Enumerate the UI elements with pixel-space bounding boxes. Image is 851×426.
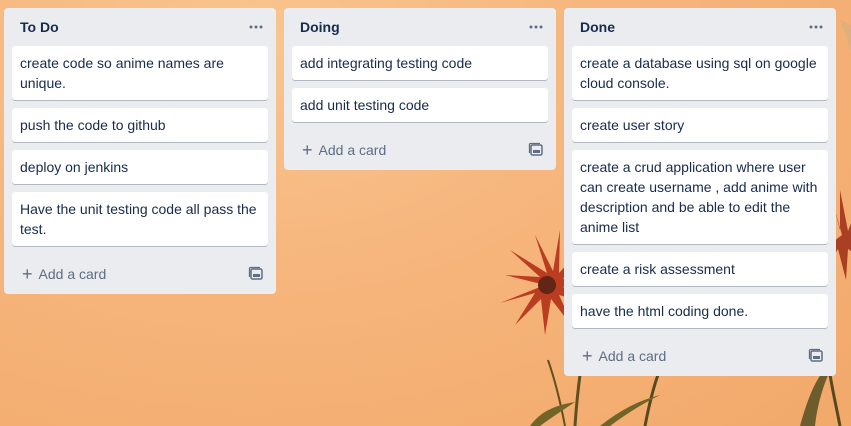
plus-icon: + (582, 346, 593, 366)
card[interactable]: add integrating testing code (292, 46, 548, 80)
card[interactable]: push the code to github (12, 108, 268, 142)
card[interactable]: have the html coding done. (572, 294, 828, 328)
list-header: Done (564, 8, 836, 46)
ellipsis-icon[interactable] (806, 17, 826, 37)
card-template-icon[interactable] (808, 348, 824, 364)
card[interactable]: create a risk assessment (572, 252, 828, 286)
list-header: Doing (284, 8, 556, 46)
add-card-label: Add a card (318, 142, 387, 158)
list-title[interactable]: To Do (20, 19, 59, 35)
add-card-button[interactable]: + Add a card (22, 265, 106, 283)
ellipsis-icon[interactable] (526, 17, 546, 37)
list-title[interactable]: Done (580, 19, 615, 35)
plus-icon: + (22, 264, 33, 284)
card-template-icon[interactable] (528, 142, 544, 158)
card[interactable]: add unit testing code (292, 88, 548, 122)
card-list: create code so anime names are unique. p… (4, 46, 276, 246)
card-list: create a database using sql on google cl… (564, 46, 836, 328)
list-header: To Do (4, 8, 276, 46)
add-card-button[interactable]: + Add a card (582, 347, 666, 365)
card[interactable]: create a crud application where user can… (572, 150, 828, 244)
ellipsis-icon[interactable] (246, 17, 266, 37)
list-footer: + Add a card (284, 130, 556, 170)
list-to-do: To Do create code so anime names are uni… (4, 8, 276, 294)
plus-icon: + (302, 140, 313, 160)
add-card-label: Add a card (598, 348, 667, 364)
list-doing: Doing add integrating testing code add u… (284, 8, 556, 170)
card[interactable]: create a database using sql on google cl… (572, 46, 828, 100)
add-card-label: Add a card (38, 266, 107, 282)
add-card-button[interactable]: + Add a card (302, 141, 386, 159)
card[interactable]: create code so anime names are unique. (12, 46, 268, 100)
card[interactable]: deploy on jenkins (12, 150, 268, 184)
card-template-icon[interactable] (248, 266, 264, 282)
card-list: add integrating testing code add unit te… (284, 46, 556, 122)
card[interactable]: create user story (572, 108, 828, 142)
card[interactable]: Have the unit testing code all pass the … (12, 192, 268, 246)
list-footer: + Add a card (564, 336, 836, 376)
list-title[interactable]: Doing (300, 19, 340, 35)
list-done: Done create a database using sql on goog… (564, 8, 836, 376)
list-footer: + Add a card (4, 254, 276, 294)
